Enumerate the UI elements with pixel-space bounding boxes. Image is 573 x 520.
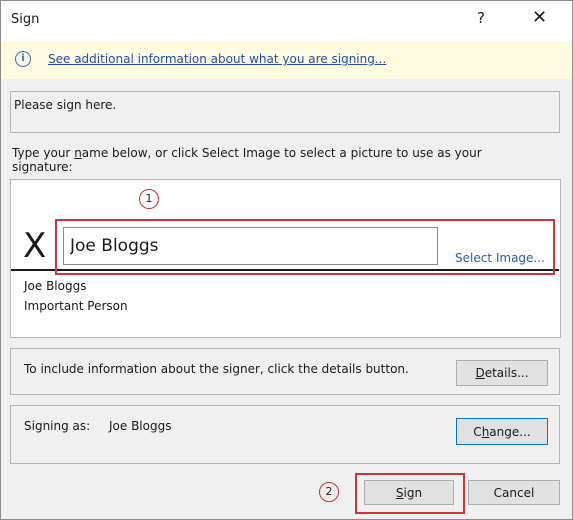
title-bar: Sign ? ✕ [1,1,572,41]
cancel-button[interactable]: Cancel [468,480,560,505]
highlight-sign-button [355,473,465,514]
details-text: To include information about the signer,… [24,362,409,376]
signer-title: Important Person [24,299,128,313]
signer-name: Joe Bloggs [24,279,87,293]
highlight-name-field [55,219,555,275]
change-button-end: ange... [489,424,531,439]
details-button-label: etails... [484,366,529,380]
signature-x-mark: X [23,226,47,266]
instruction-text-end: ame below, or click Select Image to sele… [12,146,482,174]
signature-instruction: Type your name below, or click Select Im… [12,146,532,174]
signing-purpose-text: Please sign here. [14,98,117,112]
additional-info-link[interactable]: See additional information about what yo… [48,52,386,66]
details-button[interactable]: Details... [456,360,548,386]
callout-2: 2 [319,482,339,502]
close-button[interactable]: ✕ [532,7,547,28]
callout-1: 1 [139,189,159,209]
instruction-text-start: Type your [12,146,75,160]
change-button[interactable]: Change... [456,418,548,445]
signing-as-name: Joe Bloggs [109,419,172,433]
details-button-key: D [475,366,485,380]
signing-as-label: Signing as: [24,419,91,433]
help-button[interactable]: ? [477,9,485,27]
change-button-start: C [473,424,482,439]
instruction-access-key: n [74,146,82,160]
dialog-title: Sign [11,12,40,27]
info-icon: i [15,51,31,67]
